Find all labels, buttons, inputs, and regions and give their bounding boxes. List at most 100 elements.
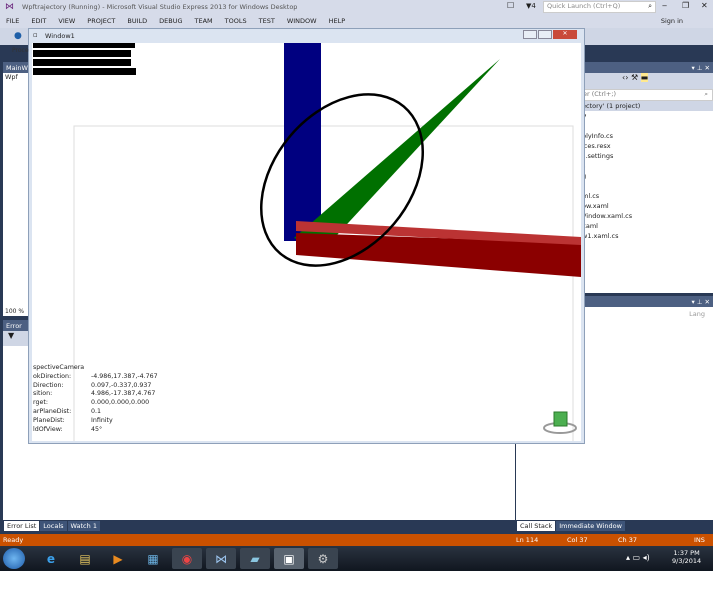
menu-edit[interactable]: EDIT xyxy=(25,14,52,28)
visual-studio-icon[interactable]: ⋈ xyxy=(206,548,236,569)
window1-maximize-button[interactable] xyxy=(538,30,552,39)
solution-explorer-header: ▾ ⊥ ✕ xyxy=(582,62,713,73)
quick-launch-input[interactable]: Quick Launch (Ctrl+Q) ⌕ xyxy=(543,1,656,13)
quick-launch-placeholder: Quick Launch (Ctrl+Q) xyxy=(547,2,621,10)
camera-label: okDirection: xyxy=(33,372,72,380)
menu-debug[interactable]: DEBUG xyxy=(153,14,188,28)
solution-search-input[interactable]: er (Ctrl+;) ⌕ xyxy=(582,89,713,101)
solution-toolbar: ‹› ⚒ ▬ xyxy=(582,73,713,89)
window-icon: ▫ xyxy=(33,31,38,39)
notifications-icon[interactable]: ▼4 xyxy=(526,2,536,10)
tree-item[interactable] xyxy=(582,121,713,131)
network-icon[interactable]: ▦ xyxy=(138,548,168,569)
menu-project[interactable]: PROJECT xyxy=(81,14,121,28)
bottom-left-tabs: Error List Locals Watch 1 xyxy=(4,521,101,531)
view-cube-icon[interactable] xyxy=(553,411,568,427)
search-icon: ⌕ xyxy=(648,2,652,10)
clock-time: 1:37 PM xyxy=(673,549,700,557)
tree-item[interactable]: y xyxy=(582,111,713,121)
search-icon: ⌕ xyxy=(704,90,708,98)
menu-tools[interactable]: TOOLS xyxy=(219,14,253,28)
window1-close-button[interactable]: ✕ xyxy=(553,30,577,39)
taskbar: e ▤ ▶ ▦ ◉ ⋈ ▰ ▣ ⚙ ▴ ▭ ◂) 1:37 PM 9/3/2014 xyxy=(0,546,713,571)
feedback-icon[interactable]: ☐ xyxy=(507,1,514,10)
start-button[interactable] xyxy=(3,548,25,569)
menu-file[interactable]: FILE xyxy=(0,14,25,28)
editor-file-item[interactable]: Wpf xyxy=(3,73,18,81)
menu-build[interactable]: BUILD xyxy=(121,14,153,28)
menu-team[interactable]: TEAM xyxy=(189,14,219,28)
window1-minimize-button[interactable] xyxy=(523,30,537,39)
menu-bar: FILE EDIT VIEW PROJECT BUILD DEBUG TEAM … xyxy=(0,14,713,28)
tool-icon[interactable]: ⚙ xyxy=(308,548,338,569)
filter-icon[interactable]: ▼ xyxy=(3,331,31,346)
camera-label: sition: xyxy=(33,390,53,398)
viewport-3d[interactable]: spectiveCamera okDirection: -4.986,17.387… xyxy=(32,43,581,441)
restore-button[interactable]: ❐ xyxy=(682,1,689,10)
app-icon[interactable]: ▰ xyxy=(240,548,270,569)
tree-item[interactable]: ectory' (1 project) xyxy=(582,101,713,111)
chrome-icon[interactable]: ◉ xyxy=(172,548,202,569)
status-ch: Ch 37 xyxy=(618,536,637,544)
tree-item[interactable]: Vindow.xaml.cs xyxy=(582,211,713,221)
solution-tree: ectory' (1 project) y blyInfo.cs ices.re… xyxy=(582,101,713,293)
tree-item[interactable]: ml.cs xyxy=(582,191,713,201)
clock[interactable]: 1:37 PM 9/3/2014 xyxy=(672,549,701,565)
back-icon[interactable]: ● xyxy=(14,31,22,41)
camera-label: rget: xyxy=(33,399,48,407)
bottom-right-tabs: Call Stack Immediate Window xyxy=(517,521,626,531)
camera-value: -4.986,17.387,-4.767 xyxy=(91,372,158,380)
zoom-level[interactable]: 100 % xyxy=(3,308,31,316)
vs-logo-icon: ⋈ xyxy=(5,2,14,12)
preview-icon[interactable]: ▬ xyxy=(640,73,649,82)
menu-window[interactable]: WINDOW xyxy=(281,14,323,28)
editor-area[interactable]: Wpf xyxy=(3,73,31,309)
tree-item[interactable]: xaml xyxy=(582,221,713,231)
window1-title-bar[interactable]: ▫ Window1 ✕ xyxy=(29,29,584,43)
tab-locals[interactable]: Locals xyxy=(40,521,67,531)
sign-in-link[interactable]: Sign in xyxy=(655,14,713,28)
status-text: Ready xyxy=(3,536,24,544)
tree-item[interactable]: g xyxy=(582,171,713,181)
editor-tab[interactable]: MainW xyxy=(3,62,31,73)
tray-icons[interactable]: ▴ ▭ ◂) xyxy=(626,553,650,562)
camera-value: 0.1 xyxy=(91,407,102,415)
clock-date: 9/3/2014 xyxy=(672,557,702,565)
tree-item[interactable]: ices.resx xyxy=(582,141,713,151)
media-player-icon[interactable]: ▶ xyxy=(103,548,133,569)
status-line: Ln 114 xyxy=(516,536,539,544)
tab-error-list[interactable]: Error List xyxy=(4,521,40,531)
camera-label: ldOfView: xyxy=(33,425,63,433)
status-bar: Ready Ln 114 Col 37 Ch 37 INS xyxy=(0,534,713,546)
camera-label: PlaneDist: xyxy=(33,416,65,424)
window1-app-icon[interactable]: ▣ xyxy=(274,548,304,569)
tree-item[interactable]: blyInfo.cs xyxy=(582,131,713,141)
status-col: Col 37 xyxy=(567,536,588,544)
tree-item[interactable]: s.settings xyxy=(582,151,713,161)
properties-icon[interactable]: ⚒ xyxy=(631,73,638,82)
tree-item[interactable] xyxy=(582,181,713,191)
camera-header: spectiveCamera xyxy=(33,364,85,371)
camera-value: 4.986,-17.387,4.767 xyxy=(91,390,156,398)
close-button[interactable]: ✕ xyxy=(701,1,708,10)
explorer-icon[interactable]: ▤ xyxy=(70,548,100,569)
window1: ▫ Window1 ✕ spectiveCamera okDirection: -… xyxy=(28,28,585,444)
tree-item[interactable]: ow.xaml xyxy=(582,201,713,211)
properties-header: ▾ ⊥ ✕ xyxy=(582,296,713,307)
code-icon[interactable]: ‹› xyxy=(622,73,628,82)
tab-immediate-window[interactable]: Immediate Window xyxy=(556,521,625,531)
ie-icon[interactable]: e xyxy=(36,548,66,569)
tab-call-stack[interactable]: Call Stack xyxy=(517,521,556,531)
menu-test[interactable]: TEST xyxy=(253,14,281,28)
tree-item[interactable]: w1.xaml.cs xyxy=(582,231,713,241)
camera-label: Direction: xyxy=(33,381,64,389)
minimize-button[interactable]: ‒ xyxy=(662,1,667,10)
menu-help[interactable]: HELP xyxy=(323,14,352,28)
tree-item[interactable]: s xyxy=(582,161,713,171)
menu-view[interactable]: VIEW xyxy=(52,14,81,28)
column-header-lang[interactable]: Lang xyxy=(689,310,705,318)
tab-watch-1[interactable]: Watch 1 xyxy=(67,521,100,531)
camera-label: arPlaneDist: xyxy=(33,407,72,415)
solution-search-placeholder: er (Ctrl+;) xyxy=(583,90,617,98)
camera-value: 0.000,0.000,0.000 xyxy=(91,399,150,407)
